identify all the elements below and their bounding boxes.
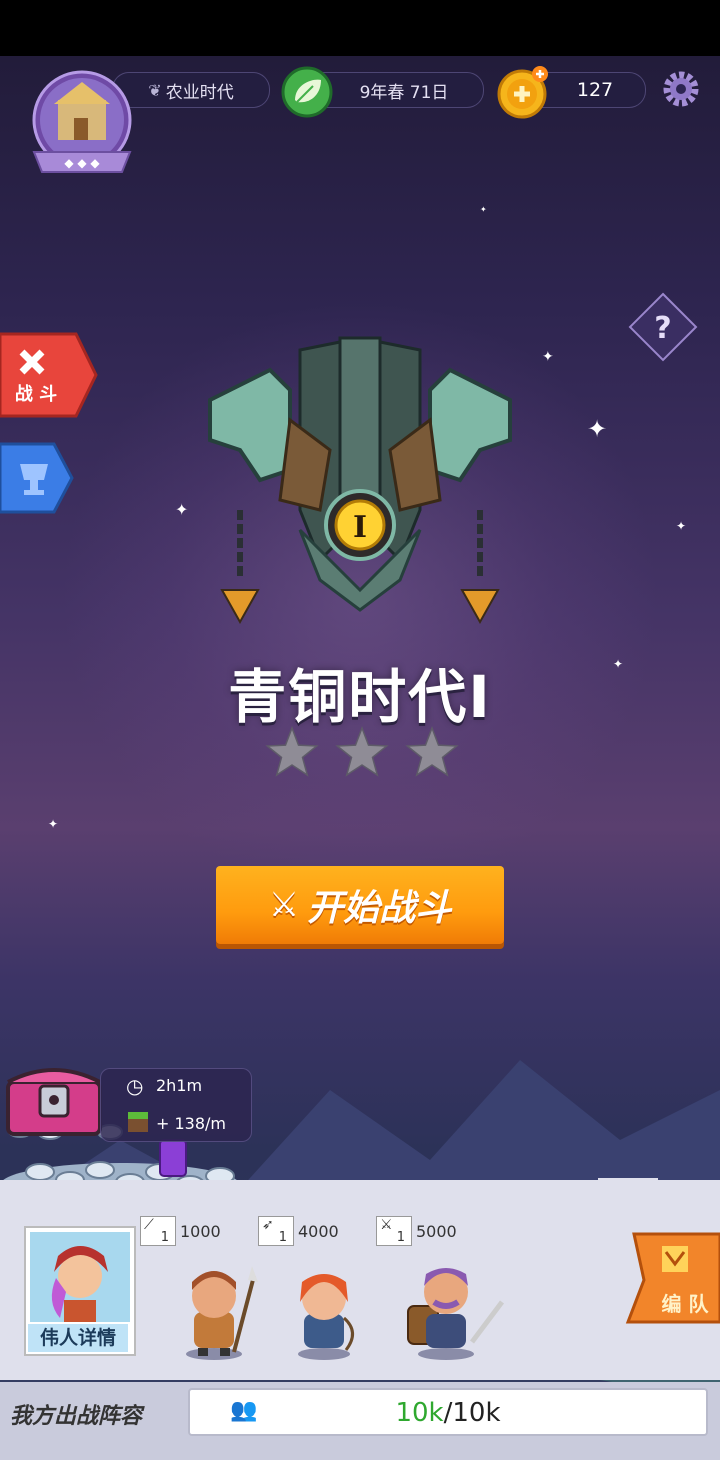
date-label: 9年春 71日 xyxy=(359,82,449,103)
great-person-button[interactable]: 伟人详情 xyxy=(28,1324,128,1352)
sparkle-icon: ✦ xyxy=(48,817,59,831)
rating-star-icon xyxy=(265,726,319,777)
coin-icon[interactable] xyxy=(496,64,552,120)
swordsman-unit xyxy=(407,1268,504,1360)
unit-cost: 1000 xyxy=(180,1222,221,1241)
army-power-current: 10k xyxy=(395,1398,444,1428)
battle-tab-label: 战 斗 xyxy=(14,384,58,405)
chest-rate: + 138/m xyxy=(156,1114,227,1133)
era-label: 农业时代 xyxy=(165,82,234,103)
bronze-age-emblem: I xyxy=(208,336,512,625)
wheat-icon: ❦ xyxy=(148,80,162,100)
bow-icon: ➶ xyxy=(262,1217,274,1233)
svg-text:◆ ◆ ◆: ◆ ◆ ◆ xyxy=(64,156,100,170)
start-battle-label: 开始战斗 xyxy=(307,888,452,929)
sparkle-icon: ✦ xyxy=(542,349,554,365)
unit-level: 1 xyxy=(278,1230,287,1245)
chest-timer: 2h1m xyxy=(156,1076,203,1095)
sword-icon: ⚔ xyxy=(380,1217,393,1233)
spear-icon: ⟋ xyxy=(144,1217,154,1233)
stage-title: 青铜时代I xyxy=(228,663,492,731)
svg-text:?: ? xyxy=(654,311,671,346)
settings-gear-icon[interactable] xyxy=(662,70,700,108)
clock-icon: ◷ xyxy=(126,1074,144,1098)
formation-label: 编 队 xyxy=(661,1292,709,1316)
sparkle-icon: ✦ xyxy=(175,500,189,519)
unit-level: 1 xyxy=(160,1230,169,1245)
coin-count: 127 xyxy=(576,79,614,101)
army-power-text: 10k/10k xyxy=(190,1390,706,1434)
wall-crenel xyxy=(305,1180,365,1200)
great-person-card[interactable]: 伟人详情 xyxy=(24,1226,136,1356)
emblem-numeral: I xyxy=(353,510,367,545)
stage-rating xyxy=(265,726,459,777)
sparkle-icon: ✦ xyxy=(587,415,608,443)
army-power-max: /10k xyxy=(443,1398,501,1428)
sparkle-icon: ✦ xyxy=(480,205,487,214)
unit-flag: ⟋ 1 xyxy=(140,1216,176,1246)
player-avatar[interactable]: ◆ ◆ ◆ xyxy=(28,70,136,178)
great-person-portrait xyxy=(30,1232,130,1322)
army-power-box: 👥 10k/10k xyxy=(188,1388,708,1436)
rating-star-icon xyxy=(405,726,459,777)
battle-tab[interactable] xyxy=(0,330,100,420)
trophy-tab[interactable] xyxy=(0,440,76,516)
wall-crenel xyxy=(598,1178,658,1200)
unit-cost: 5000 xyxy=(416,1222,457,1241)
status-bar xyxy=(0,0,720,56)
treasure-chest-icon[interactable] xyxy=(4,1058,104,1138)
wall-crenel xyxy=(455,1180,515,1200)
leaf-icon xyxy=(281,66,333,118)
lineup-label: 我方出战阵容 xyxy=(10,1404,143,1429)
start-battle-button[interactable]: ⚔ 开始战斗 xyxy=(216,866,504,944)
unit-flag: ➶ 1 xyxy=(258,1216,294,1246)
unit-level: 1 xyxy=(396,1230,405,1245)
rating-star-icon xyxy=(335,726,389,777)
archer-unit xyxy=(298,1274,354,1360)
spearman-unit xyxy=(186,1266,258,1360)
help-icon[interactable]: ? xyxy=(628,292,698,362)
grass-block-icon xyxy=(128,1112,148,1132)
crossed-swords-icon: ⚔ xyxy=(268,885,300,925)
unit-flag: ⚔ 1 xyxy=(376,1216,412,1246)
unit-cost: 4000 xyxy=(298,1222,339,1241)
sparkle-icon: ✦ xyxy=(676,519,687,533)
